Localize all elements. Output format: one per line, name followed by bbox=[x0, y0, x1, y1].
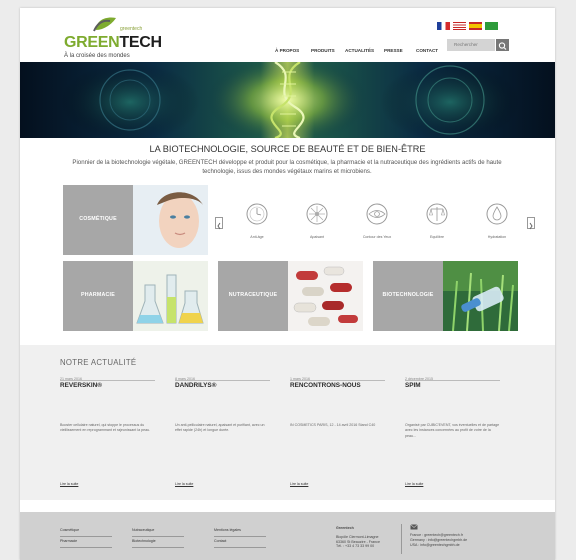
benefit-equilibre[interactable]: Equilibre bbox=[407, 198, 467, 246]
tile-nutraceutique-label: NUTRACEUTIQUE bbox=[228, 292, 278, 298]
balance-icon bbox=[426, 203, 448, 225]
benefit-equilibre-label: Equilibre bbox=[430, 235, 444, 239]
carousel-next-button[interactable] bbox=[527, 217, 535, 230]
footer-divider bbox=[132, 536, 184, 537]
footer-address-line: Tél. : +33 4 73 33 99 00 bbox=[336, 544, 375, 549]
footer-contact-line[interactable]: USA : info@greentechgmbh.de bbox=[410, 543, 467, 548]
tile-pharmacie[interactable]: PHARMACIE bbox=[63, 261, 208, 331]
footer-link-mentions-legales[interactable]: Mentions légales bbox=[214, 528, 241, 532]
footer-company-name: Greentech bbox=[336, 526, 354, 530]
tile-pharmacie-label-box: PHARMACIE bbox=[63, 261, 133, 331]
footer-vertical-divider bbox=[401, 524, 402, 554]
hero-banner bbox=[20, 62, 555, 138]
news-title-reverskin[interactable]: REVERSKIN® bbox=[60, 382, 102, 389]
nav-item-produits[interactable]: PRODUITS bbox=[311, 48, 335, 53]
benefit-anti-age-label: Anti-âge bbox=[250, 235, 264, 239]
footer-link-pharmacie[interactable]: Pharmacie bbox=[60, 539, 77, 543]
chevron-right-icon bbox=[529, 222, 533, 230]
flower-icon bbox=[306, 203, 328, 225]
chevron-left-icon bbox=[217, 222, 221, 230]
flag-us-icon[interactable] bbox=[453, 22, 466, 30]
news-body: Organisé par CUBIC'EVENT, vos éventuelle… bbox=[405, 423, 500, 438]
footer-company: Greentech Biopôle Clermont-Limagne 63360… bbox=[336, 526, 380, 549]
footer-link-biotechnologie[interactable]: Biotechnologie bbox=[132, 539, 156, 543]
logo-small-text: greentech bbox=[120, 26, 143, 32]
benefit-hydratation[interactable]: Hydratation bbox=[467, 198, 527, 246]
biotechnologie-image bbox=[443, 261, 518, 331]
hero-dna-image bbox=[60, 62, 520, 138]
benefit-hydratation-label: Hydratation bbox=[487, 235, 507, 239]
news-divider bbox=[175, 380, 270, 381]
carousel-prev-button[interactable] bbox=[215, 217, 223, 230]
read-more-link[interactable]: Lire la suite bbox=[405, 482, 423, 486]
news-body: Booster cellulaire naturel, qui stoppe l… bbox=[60, 423, 151, 433]
news-title-rencontrons-nous[interactable]: RENCONTRONS-NOUS bbox=[290, 382, 361, 389]
tile-pharmacie-label: PHARMACIE bbox=[81, 292, 115, 298]
footer-link-nutraceutique[interactable]: Nutraceutique bbox=[132, 528, 154, 532]
flag-br-icon[interactable] bbox=[485, 22, 498, 30]
benefit-anti-age[interactable]: Anti-âge bbox=[227, 198, 287, 246]
benefit-apaisant-label: Apaisant bbox=[310, 235, 324, 239]
footer-divider bbox=[132, 547, 184, 548]
logo-leaf-icon bbox=[93, 17, 116, 32]
news-body: IN COSMETICS PARIS, 12 - 14 avril 2016 S… bbox=[290, 423, 376, 427]
read-more-link[interactable]: Lire la suite bbox=[175, 482, 193, 486]
footer-divider bbox=[60, 547, 112, 548]
language-switcher bbox=[437, 22, 501, 34]
site-header: greentech GREENTECH À la croisée des mon… bbox=[20, 8, 555, 62]
tile-biotechnologie[interactable]: BIOTECHNOLOGIE bbox=[373, 261, 518, 331]
footer-contacts: France : greentech@greentech.fr Germany … bbox=[410, 524, 467, 547]
tile-cosmetique-label-box: COSMÉTIQUE bbox=[63, 185, 133, 255]
tile-biotechnologie-label-box: BIOTECHNOLOGIE bbox=[373, 261, 443, 331]
flag-fr-icon[interactable] bbox=[437, 22, 450, 30]
tile-biotechnologie-label: BIOTECHNOLOGIE bbox=[382, 292, 434, 298]
flag-es-icon[interactable] bbox=[469, 22, 482, 30]
news-title-spim[interactable]: SPIM bbox=[405, 382, 421, 389]
footer-link-contact[interactable]: Contact bbox=[214, 539, 226, 543]
news-divider bbox=[405, 380, 500, 381]
clock-icon bbox=[246, 203, 268, 225]
footer-address-line: Biopôle Clermont-Limagne bbox=[336, 534, 379, 539]
read-more-link[interactable]: Lire la suite bbox=[290, 482, 308, 486]
news-section: NOTRE ACTUALITÉ 21 mars 2016 REVERSKIN® … bbox=[20, 345, 555, 500]
tile-nutraceutique-label-box: NUTRACEUTIQUE bbox=[218, 261, 288, 331]
tile-nutraceutique[interactable]: NUTRACEUTIQUE bbox=[218, 261, 363, 331]
search-placeholder: Rechercher bbox=[454, 42, 478, 47]
site-footer: Cosmétique Pharmacie Nutraceutique Biote… bbox=[20, 512, 555, 560]
nav-item-presse[interactable]: PRESSE bbox=[384, 48, 403, 53]
intro-text: Pionnier de la biotechnologie végétale, … bbox=[72, 159, 502, 175]
nutraceutique-image bbox=[288, 261, 363, 331]
news-title: NOTRE ACTUALITÉ bbox=[60, 358, 137, 367]
footer-divider bbox=[214, 547, 266, 548]
envelope-icon bbox=[410, 524, 418, 530]
news-body: Un anti-pelliculaire naturel, apaisant e… bbox=[175, 423, 265, 433]
benefit-contour-yeux-label: Contour des Yeux bbox=[362, 235, 392, 239]
intro-title: LA BIOTECHNOLOGIE, SOURCE DE BEAUTÉ ET D… bbox=[149, 144, 426, 154]
nav-item-a-propos[interactable]: À PROPOS bbox=[275, 48, 299, 53]
news-title-dandrilys[interactable]: DANDRILYS® bbox=[175, 382, 216, 389]
footer-link-cosmetique[interactable]: Cosmétique bbox=[60, 528, 79, 532]
droplet-icon bbox=[486, 203, 508, 225]
read-more-link[interactable]: Lire la suite bbox=[60, 482, 78, 486]
news-divider bbox=[60, 380, 155, 381]
benefit-contour-yeux[interactable]: Contour des Yeux bbox=[347, 198, 407, 246]
tile-cosmetique[interactable]: COSMÉTIQUE bbox=[63, 185, 208, 255]
nav-item-actualites[interactable]: ACTUALITÉS bbox=[345, 48, 374, 53]
tile-cosmetique-label: COSMÉTIQUE bbox=[79, 216, 117, 222]
nav-item-contact[interactable]: CONTACT bbox=[416, 48, 438, 53]
benefits-carousel: Anti-âge Apaisant Contour des Yeux Equil… bbox=[215, 198, 535, 248]
footer-divider bbox=[60, 536, 112, 537]
pharmacie-image bbox=[133, 261, 208, 331]
footer-divider bbox=[214, 536, 266, 537]
search-icon bbox=[498, 42, 507, 50]
eye-icon bbox=[366, 203, 388, 225]
footer-contact-line[interactable]: Germany : info@greentechgmbh.de bbox=[410, 538, 467, 543]
search-input[interactable]: Rechercher bbox=[447, 39, 495, 51]
news-divider bbox=[290, 380, 385, 381]
page: greentech GREENTECH À la croisée des mon… bbox=[20, 8, 555, 560]
cosmetique-image bbox=[133, 185, 208, 255]
benefit-apaisant[interactable]: Apaisant bbox=[287, 198, 347, 246]
search-button[interactable] bbox=[496, 39, 509, 51]
